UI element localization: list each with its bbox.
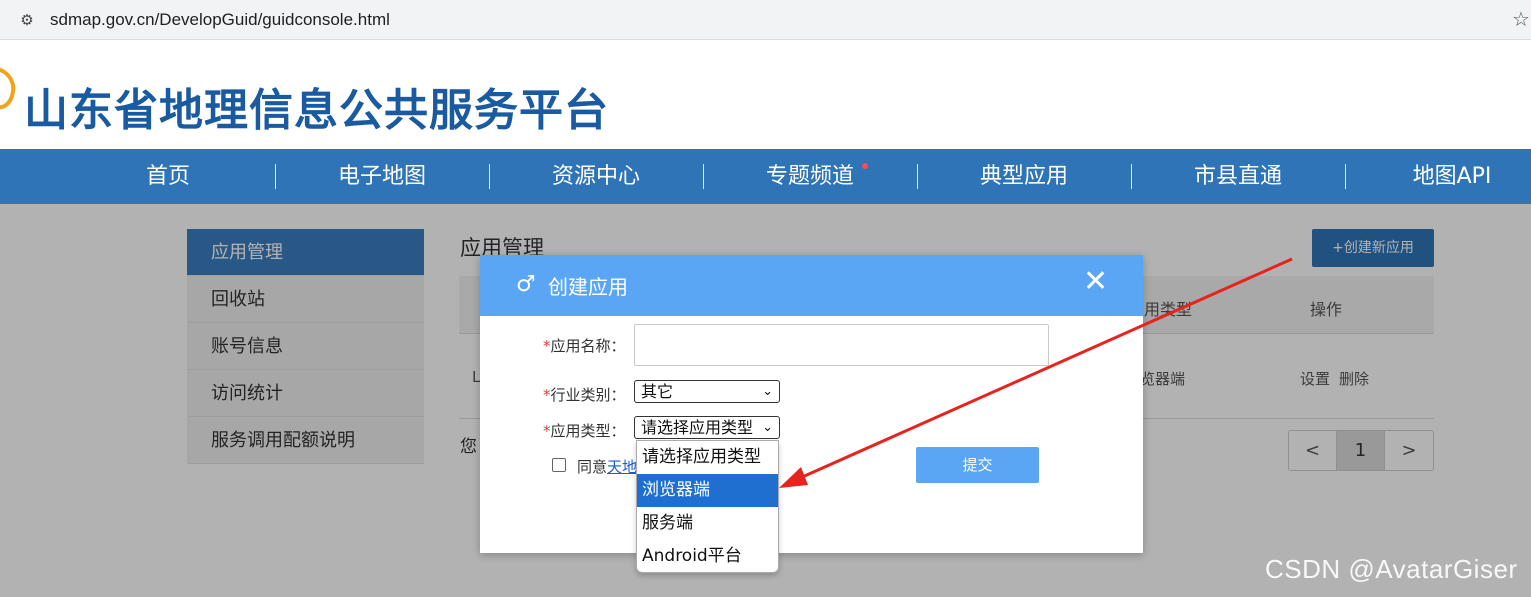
watermark: CSDN @AvatarGiser: [1265, 554, 1518, 584]
bookmark-star-icon[interactable]: ☆: [1512, 7, 1530, 31]
chevron-down-icon: ⌄: [762, 384, 773, 399]
app-type-dropdown: 请选择应用类型 浏览器端 服务端 Android平台: [636, 440, 779, 573]
key-icon: ♂: [516, 272, 536, 297]
new-indicator-dot: [862, 163, 868, 169]
submit-button[interactable]: 提交: [916, 447, 1039, 483]
site-settings-icon[interactable]: ⚙: [16, 9, 38, 31]
industry-label: *行业类别：: [543, 386, 626, 404]
nav-city-county[interactable]: 市县直通: [1131, 149, 1345, 204]
dialog-header: ♂ 创建应用 ✕: [480, 255, 1143, 316]
close-icon[interactable]: ✕: [1083, 267, 1108, 297]
create-app-dialog: ♂ 创建应用 ✕ *应用名称： *行业类别： 其它 ⌄ *应用类型： 请选择应用类…: [480, 255, 1143, 553]
dropdown-option[interactable]: 服务端: [637, 507, 778, 540]
dropdown-option-highlighted[interactable]: 浏览器端: [637, 474, 778, 507]
nav-typical-apps[interactable]: 典型应用: [917, 149, 1131, 204]
url-text[interactable]: sdmap.gov.cn/DevelopGuid/guidconsole.htm…: [50, 9, 390, 31]
nav-electronic-map[interactable]: 电子地图: [275, 149, 489, 204]
dialog-title: 创建应用: [548, 275, 628, 299]
app-type-select[interactable]: 请选择应用类型 ⌄: [634, 416, 780, 439]
main-nav: 首页 电子地图 资源中心 专题频道 典型应用 市县直通 地图API: [0, 149, 1531, 204]
nav-resource-center[interactable]: 资源中心: [489, 149, 703, 204]
agree-checkbox[interactable]: [552, 458, 566, 472]
agree-text: 同意天地: [577, 458, 638, 476]
agreement-link[interactable]: 天地: [607, 458, 637, 476]
chevron-down-icon: ⌄: [762, 420, 773, 435]
browser-address-bar: ⚙ sdmap.gov.cn/DevelopGuid/guidconsole.h…: [0, 0, 1531, 40]
nav-home[interactable]: 首页: [61, 149, 275, 204]
app-type-label: *应用类型：: [543, 422, 626, 440]
app-name-label: *应用名称：: [543, 337, 626, 355]
site-title: 山东省地理信息公共服务平台: [24, 85, 609, 136]
app-name-input[interactable]: [634, 324, 1049, 366]
site-logo-icon: D: [0, 67, 16, 110]
nav-map-api[interactable]: 地图API: [1345, 149, 1531, 204]
industry-select[interactable]: 其它 ⌄: [634, 380, 780, 403]
dropdown-option[interactable]: Android平台: [637, 540, 778, 572]
dropdown-option[interactable]: 请选择应用类型: [637, 441, 778, 474]
nav-topic-channel[interactable]: 专题频道: [703, 149, 917, 204]
